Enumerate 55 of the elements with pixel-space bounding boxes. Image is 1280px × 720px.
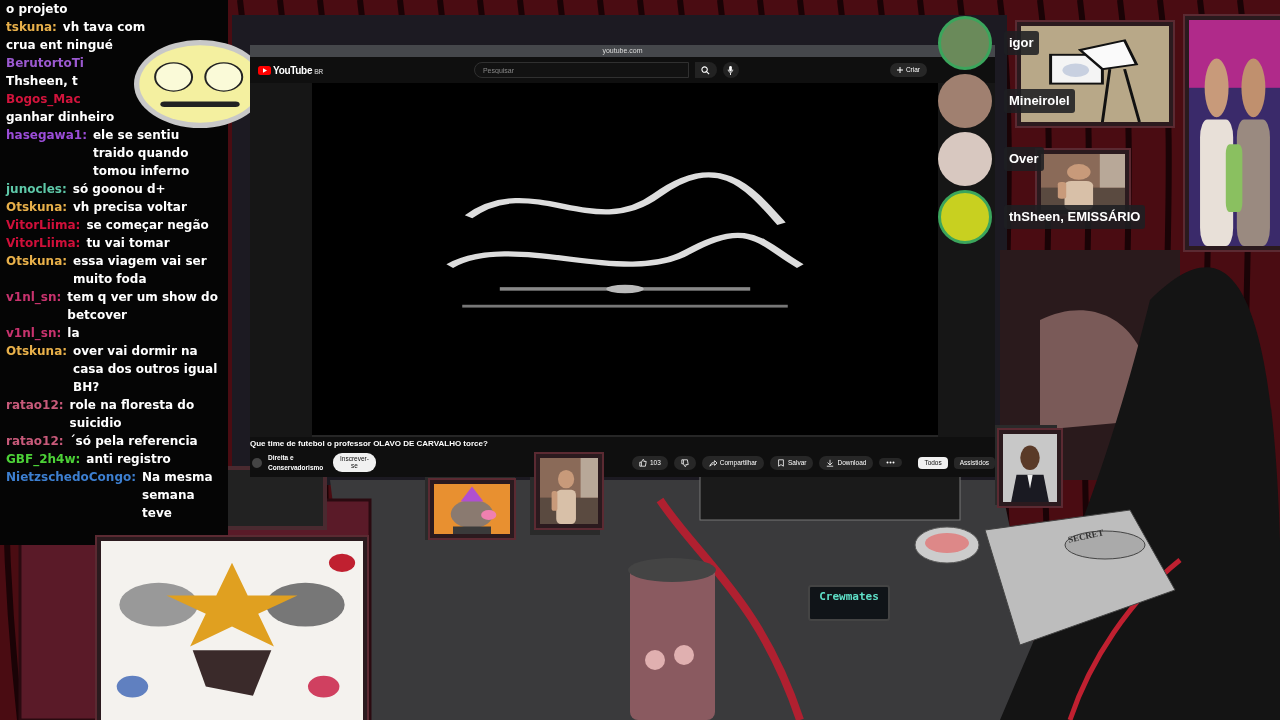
download-icon (826, 458, 835, 467)
chat-message: ganhar dinheiro (6, 109, 116, 126)
microphone-icon (727, 65, 735, 75)
chat-username: VitorLiima: (6, 217, 81, 234)
chat-message: crua ent ningué (6, 37, 114, 54)
sign: Crewmates (808, 585, 890, 621)
chat-message: ele se sentiu traido quando tomou inferno (92, 127, 191, 180)
dislike-button[interactable] (673, 455, 696, 470)
chat-message: vh precisa voltar (73, 199, 188, 216)
chat-username: ratao12: (6, 397, 64, 414)
more-icon (886, 461, 896, 465)
chat-message: vh tava com (62, 19, 147, 36)
user-name: Over (1004, 147, 1044, 171)
chat-username: hasegawa1: (6, 127, 87, 144)
chat-message: la (67, 325, 81, 342)
ashtray-drawing (914, 526, 980, 564)
share-arrow-icon (708, 458, 717, 467)
chat-message: só goonou d+ (72, 181, 167, 198)
box-label: SECRET (1067, 526, 1106, 547)
more-button[interactable] (879, 458, 903, 468)
chat-message: Thsheen, t (6, 73, 79, 90)
voice-search-button[interactable] (722, 62, 739, 78)
chat-message: tu vai tomar (86, 235, 171, 252)
chat-message: se começar negão (86, 217, 210, 234)
chat-message: anti registro (86, 451, 172, 468)
video-title: Que time de futebol o professor OLAVO DE CARVALHO torce? (250, 438, 489, 450)
play-logo-icon (258, 65, 271, 75)
user-name: Mineirolel (1004, 89, 1075, 113)
thumbs-down-icon (680, 458, 689, 467)
chat-username: NietzschedoCongo: (6, 469, 136, 486)
chat-username: ratao12: (6, 433, 64, 450)
chat-message: role na floresta do suicidio (69, 397, 196, 432)
chat-username: Otskuna: (6, 253, 68, 270)
search-button[interactable] (694, 62, 717, 78)
user-name: igor (1004, 31, 1039, 55)
chat-username: tskuna: (6, 19, 57, 36)
chat-username: Otskuna: (6, 343, 68, 360)
search-icon (701, 65, 711, 75)
chat-username: v1nl_sn: (6, 289, 62, 306)
chat-message: Na mesma semana teve (142, 469, 214, 522)
chat-username: junocles: (6, 181, 67, 198)
chat-username: Bogos_Mac (6, 91, 81, 108)
chat-username: GBF_2h4w: (6, 451, 81, 468)
chat-message: over vai dormir na casa dos outros igual BH? (73, 343, 219, 396)
user-name: thSheen, EMISSÁRIO (1004, 205, 1146, 229)
bookmark-icon (777, 458, 785, 467)
chat-username: Otskuna: (6, 199, 68, 216)
logo-text[interactable]: YouTube (273, 62, 313, 78)
plus-icon (896, 67, 903, 73)
chat-message: o projeto (6, 1, 69, 18)
chat-username: v1nl_sn: (6, 325, 62, 342)
chat-username: BerutortoTi (6, 55, 84, 72)
chat-message: ´só pela referencia (69, 433, 199, 450)
chat-username: VitorLiima: (6, 235, 81, 252)
thumbs-up-icon (638, 458, 647, 467)
